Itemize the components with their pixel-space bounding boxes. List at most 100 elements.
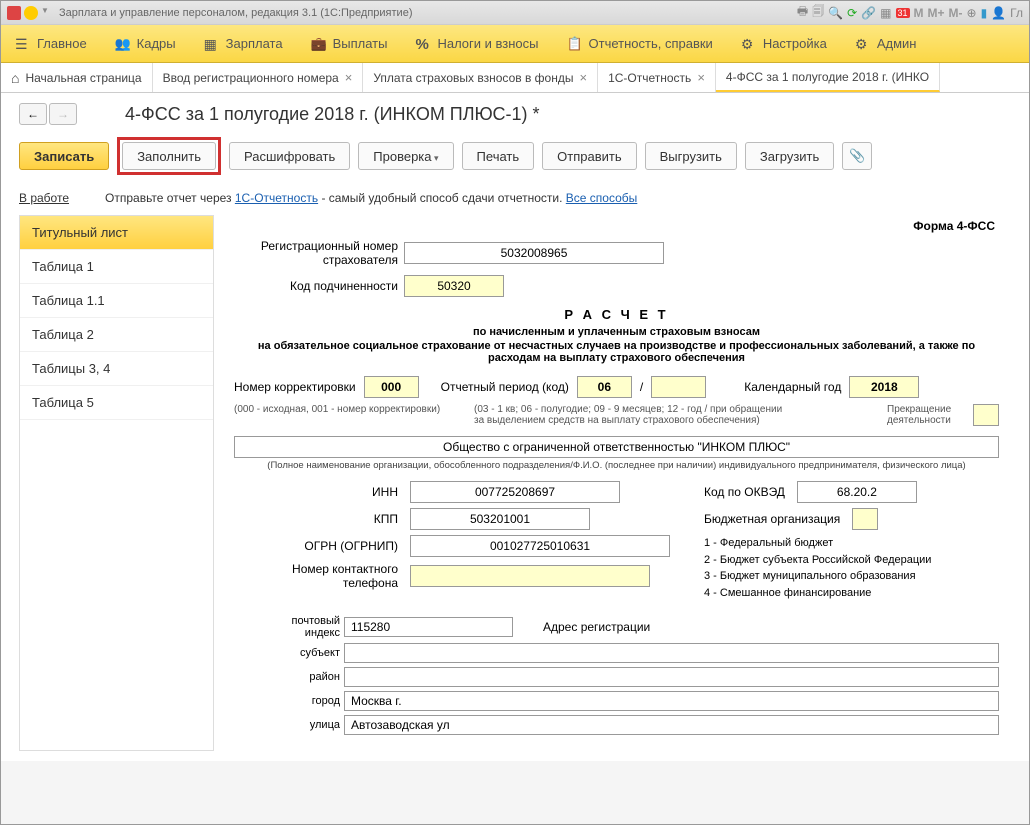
tab-home[interactable]: Начальная страница bbox=[1, 63, 153, 92]
corr-field[interactable] bbox=[364, 376, 419, 398]
corr-note: (000 - исходная, 001 - номер корректиров… bbox=[234, 404, 454, 415]
user-icon[interactable]: 👤 bbox=[991, 6, 1006, 20]
m-plus-button[interactable]: M+ bbox=[928, 6, 945, 20]
nav-label: Выплаты bbox=[333, 36, 388, 51]
check-button[interactable]: Проверка bbox=[358, 142, 453, 170]
sidebar-item-table1[interactable]: Таблица 1 bbox=[20, 250, 213, 284]
budget-list: 1 - Федеральный бюджет 2 - Бюджет субъек… bbox=[704, 535, 999, 601]
status-label[interactable]: В работе bbox=[19, 191, 69, 205]
year-label: Календарный год bbox=[744, 380, 841, 394]
link-1c-report[interactable]: 1С-Отчетность bbox=[235, 191, 318, 205]
sidebar-item-table11[interactable]: Таблица 1.1 bbox=[20, 284, 213, 318]
tab-label: 1С-Отчетность bbox=[608, 71, 691, 85]
subject-label: субъект bbox=[264, 647, 344, 659]
gear-icon bbox=[855, 36, 871, 52]
menu-icon bbox=[15, 36, 31, 52]
nav-vyplaty[interactable]: Выплаты bbox=[297, 25, 402, 62]
zoom-icon[interactable]: ⊕ bbox=[967, 6, 977, 20]
close-icon[interactable]: × bbox=[579, 70, 587, 85]
tab-insurance[interactable]: Уплата страховых взносов в фонды× bbox=[363, 63, 598, 92]
inn-field[interactable] bbox=[410, 481, 620, 503]
tab-4fss[interactable]: 4-ФСС за 1 полугодие 2018 г. (ИНКО bbox=[716, 63, 940, 92]
ogrn-field[interactable] bbox=[410, 535, 670, 557]
main-navbar: Главное Кадры Зарплата Выплаты Налоги и … bbox=[1, 25, 1029, 63]
sidebar-item-table5[interactable]: Таблица 5 bbox=[20, 386, 213, 420]
tab-1c-report[interactable]: 1С-Отчетность × bbox=[598, 63, 716, 92]
forward-button[interactable]: → bbox=[49, 103, 77, 125]
content-area: ← → 4-ФСС за 1 полугодие 2018 г. (ИНКОМ … bbox=[1, 93, 1029, 761]
grid-icon[interactable]: ▦ bbox=[880, 6, 891, 20]
street-field[interactable] bbox=[344, 715, 999, 735]
import-button[interactable]: Загрузить bbox=[745, 142, 834, 170]
district-label: район bbox=[264, 671, 344, 683]
close-icon[interactable]: × bbox=[345, 70, 353, 85]
calc-icon bbox=[204, 36, 220, 52]
sidebar-item-title-page[interactable]: Титульный лист bbox=[20, 216, 213, 250]
kpp-field[interactable] bbox=[410, 508, 590, 530]
phone-field[interactable] bbox=[410, 565, 650, 587]
tab-label: Начальная страница bbox=[25, 71, 141, 85]
close-icon[interactable]: × bbox=[697, 70, 705, 85]
save-button[interactable]: Записать bbox=[19, 142, 109, 170]
page-title: 4-ФСС за 1 полугодие 2018 г. (ИНКОМ ПЛЮС… bbox=[125, 104, 540, 125]
subject-field[interactable] bbox=[344, 643, 999, 663]
attach-button[interactable]: 📎 bbox=[842, 142, 872, 170]
nav-taxes[interactable]: Налоги и взносы bbox=[401, 25, 552, 62]
budget-field[interactable] bbox=[852, 508, 878, 530]
inn-label: ИНН bbox=[234, 485, 404, 499]
link-all-methods[interactable]: Все способы bbox=[566, 191, 638, 205]
nav-kadry[interactable]: Кадры bbox=[101, 25, 190, 62]
ogrn-label: ОГРН (ОГРНИП) bbox=[234, 539, 404, 553]
org-name-field[interactable]: Общество с ограниченной ответственностью… bbox=[234, 436, 999, 458]
print-button[interactable]: Печать bbox=[462, 142, 535, 170]
street-label: улица bbox=[264, 719, 344, 731]
back-button[interactable]: ← bbox=[19, 103, 47, 125]
period-extra-field[interactable] bbox=[651, 376, 706, 398]
export-button[interactable]: Выгрузить bbox=[645, 142, 737, 170]
nav-admin[interactable]: Админ bbox=[841, 25, 931, 62]
user-label: Гл bbox=[1010, 6, 1023, 20]
reg-number-field[interactable] bbox=[404, 242, 664, 264]
refresh-icon[interactable]: ⟳ bbox=[847, 6, 857, 20]
city-label: город bbox=[264, 695, 344, 707]
corr-label: Номер корректировки bbox=[234, 380, 356, 394]
briefcase-icon bbox=[311, 36, 327, 52]
postcode-field[interactable] bbox=[344, 617, 513, 637]
panel-icon[interactable]: ▮ bbox=[981, 6, 988, 20]
fill-button[interactable]: Заполнить bbox=[122, 142, 216, 170]
copy-icon[interactable]: 🗐 bbox=[812, 2, 824, 23]
m-button[interactable]: M bbox=[914, 6, 924, 20]
search-icon[interactable]: 🔍 bbox=[828, 6, 843, 20]
nav-settings[interactable]: Настройка bbox=[727, 25, 841, 62]
send-button[interactable]: Отправить bbox=[542, 142, 636, 170]
status-text: Отправьте отчет через bbox=[105, 191, 235, 205]
app-icon-1c bbox=[7, 6, 21, 20]
link-icon[interactable]: 🔗 bbox=[861, 6, 876, 20]
calc-sub1: по начисленным и уплаченным страховым вз… bbox=[234, 326, 999, 338]
period-field[interactable] bbox=[577, 376, 632, 398]
favorite-icon[interactable] bbox=[24, 6, 38, 20]
nav-reports[interactable]: Отчетность, справки bbox=[553, 25, 727, 62]
district-field[interactable] bbox=[344, 667, 999, 687]
decode-button[interactable]: Расшифровать bbox=[229, 142, 350, 170]
calc-title: Р А С Ч Е Т bbox=[234, 307, 999, 322]
city-field[interactable] bbox=[344, 691, 999, 711]
sidebar-item-table2[interactable]: Таблица 2 bbox=[20, 318, 213, 352]
calendar-icon[interactable]: 31 bbox=[896, 8, 910, 18]
calc-sub2: на обязательное социальное страхование о… bbox=[234, 340, 999, 364]
year-field[interactable] bbox=[849, 376, 919, 398]
slash: / bbox=[640, 380, 643, 394]
print-icon[interactable]: 🖶 bbox=[797, 2, 808, 23]
cease-checkbox[interactable] bbox=[973, 404, 999, 426]
dropdown-icon[interactable]: ▼ bbox=[41, 6, 51, 20]
budget-item: 4 - Смешанное финансирование bbox=[704, 585, 999, 602]
m-minus-button[interactable]: M- bbox=[949, 6, 963, 20]
tab-reg-number[interactable]: Ввод регистрационного номера× bbox=[153, 63, 364, 92]
sub-code-field[interactable] bbox=[404, 275, 504, 297]
nav-zarplata[interactable]: Зарплата bbox=[190, 25, 297, 62]
org-note: (Полное наименование организации, обособ… bbox=[234, 460, 999, 471]
nav-main[interactable]: Главное bbox=[1, 25, 101, 62]
sidebar-item-table34[interactable]: Таблицы 3, 4 bbox=[20, 352, 213, 386]
okved-field[interactable] bbox=[797, 481, 917, 503]
app-title: Зарплата и управление персоналом, редакц… bbox=[59, 7, 412, 19]
